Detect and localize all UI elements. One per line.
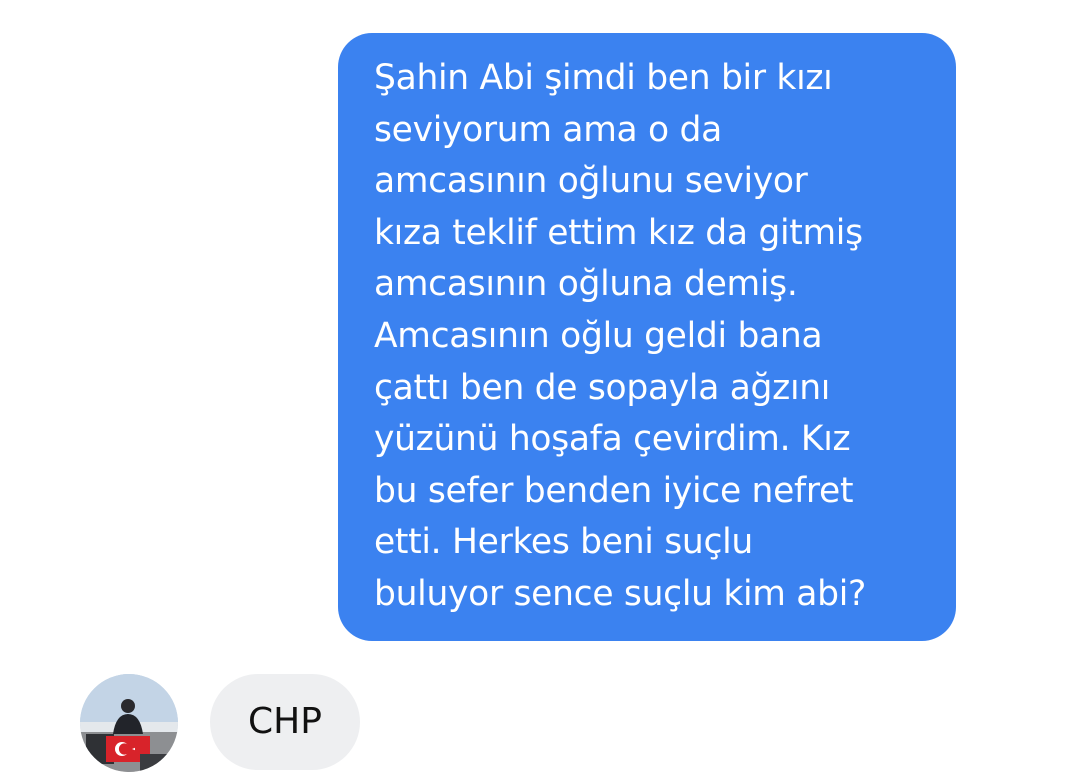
chat-thread: Şahin Abi şimdi ben bir kızı seviyorum a… — [0, 0, 1080, 779]
received-message-bubble[interactable]: CHP — [210, 674, 360, 770]
message-line: amcasının oğluna demiş. — [374, 264, 798, 305]
message-line: yüzünü hoşafa çevirdim. Kız — [374, 419, 851, 460]
message-line: çattı ben de sopayla ağzını — [374, 367, 831, 408]
message-line: Şahin Abi şimdi ben bir kızı — [374, 58, 833, 98]
message-line: seviyorum ama o da — [374, 109, 722, 150]
message-line: kıza teklif ettim kız da gitmiş — [374, 212, 863, 253]
sent-message-bubble[interactable]: Şahin Abi şimdi ben bir kızı seviyorum a… — [338, 33, 956, 641]
message-line: buluyor sence suçlu kim abi? — [374, 573, 867, 614]
message-line: bu sefer benden iyice nefret — [374, 470, 854, 511]
message-line: etti. Herkes beni suçlu — [374, 522, 753, 563]
avatar-photo — [80, 674, 178, 772]
message-line: amcasının oğlunu seviyor — [374, 161, 808, 202]
sender-avatar[interactable] — [80, 674, 178, 772]
received-message-text: CHP — [248, 701, 322, 742]
message-line: Amcasının oğlu geldi bana — [374, 315, 823, 356]
